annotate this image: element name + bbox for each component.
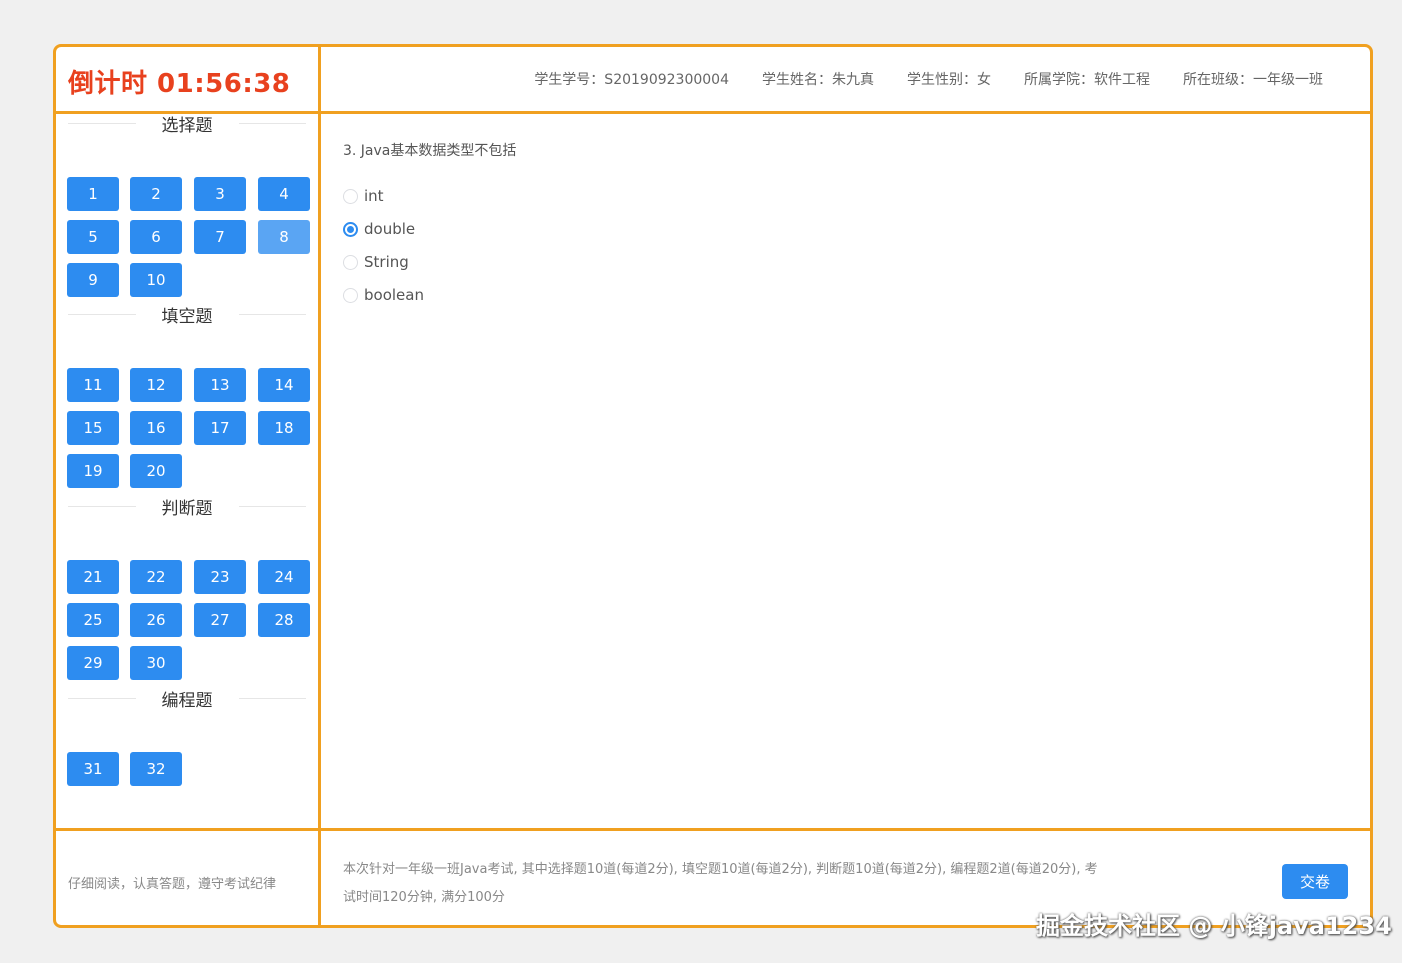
question-button-32[interactable]: 32 [130, 752, 182, 786]
countdown-timer: 倒计时 01:56:38 [68, 69, 291, 99]
option-label: boolean [364, 286, 424, 304]
question-button-23[interactable]: 23 [194, 560, 246, 594]
question-button-20[interactable]: 20 [130, 454, 182, 488]
option-label: int [364, 187, 384, 205]
section-title-label: 选择题 [161, 115, 213, 136]
section-title: 编程题 [68, 686, 306, 711]
exam-notice: 仔细阅读，认真答题，遵守考试纪律 [68, 877, 277, 892]
question-button-25[interactable]: 25 [67, 603, 119, 637]
exam-description-line: 试时间120分钟, 满分100分 [343, 890, 505, 905]
question-button-31[interactable]: 31 [67, 752, 119, 786]
radio-icon[interactable] [343, 287, 358, 303]
submit-button[interactable]: 交卷 [1282, 864, 1348, 899]
question-button-11[interactable]: 11 [67, 368, 119, 402]
question-button-5[interactable]: 5 [67, 220, 119, 254]
question-button-1[interactable]: 1 [67, 177, 119, 211]
student-college: 所属学院：软件工程 [1024, 72, 1150, 88]
question-navigator: 选择题 1 2 3 4 5 6 7 8 9 10 填空题 11 12 13 14 15 16 17 18 19 20 判断题… [56, 114, 318, 828]
student-info-bar: 学生学号：S2019092300004 学生姓名：朱九真 学生性别：女 所属学院… [321, 47, 1367, 111]
question-button-19[interactable]: 19 [67, 454, 119, 488]
watermark: 掘金技术社区 @ 小锋java1234 [1036, 912, 1392, 940]
question-button-8[interactable]: 8 [258, 220, 310, 254]
exam-description: 本次针对一年级一班Java考试, 其中选择题10道(每道2分), 填空题10道(… [343, 856, 1103, 912]
question-panel: 3. Java基本数据类型不包括 int double String boole… [321, 114, 1367, 828]
section-title-label: 编程题 [161, 690, 213, 711]
question-button-15[interactable]: 15 [67, 411, 119, 445]
option-label: double [364, 220, 416, 238]
question-button-26[interactable]: 26 [130, 603, 182, 637]
option-string[interactable]: String [343, 253, 409, 271]
question-button-28[interactable]: 28 [258, 603, 310, 637]
question-button-24[interactable]: 24 [258, 560, 310, 594]
question-button-13[interactable]: 13 [194, 368, 246, 402]
student-name: 学生姓名：朱九真 [762, 72, 874, 88]
question-button-3[interactable]: 3 [194, 177, 246, 211]
exam-frame: 倒计时 01:56:38 学生学号：S2019092300004 学生姓名：朱九… [53, 44, 1373, 928]
option-double[interactable]: double [343, 220, 415, 238]
student-id: 学生学号：S2019092300004 [534, 72, 729, 88]
student-class: 所在班级：一年级一班 [1183, 72, 1323, 88]
question-button-14[interactable]: 14 [258, 368, 310, 402]
section-title: 判断题 [68, 494, 306, 519]
question-button-17[interactable]: 17 [194, 411, 246, 445]
question-button-12[interactable]: 12 [130, 368, 182, 402]
student-gender: 学生性别：女 [907, 72, 991, 88]
question-button-30[interactable]: 30 [130, 646, 182, 680]
question-button-29[interactable]: 29 [67, 646, 119, 680]
section-title: 选择题 [68, 111, 306, 136]
option-boolean[interactable]: boolean [343, 286, 424, 304]
radio-icon[interactable] [343, 188, 358, 204]
question-button-7[interactable]: 7 [194, 220, 246, 254]
radio-checked-icon[interactable] [343, 221, 358, 237]
exam-description-line: 本次针对一年级一班Java考试, 其中选择题10道(每道2分), 填空题10道(… [343, 862, 1098, 877]
question-button-10[interactable]: 10 [130, 263, 182, 297]
section-title-label: 判断题 [161, 498, 213, 519]
question-button-6[interactable]: 6 [130, 220, 182, 254]
question-button-18[interactable]: 18 [258, 411, 310, 445]
radio-icon[interactable] [343, 254, 358, 270]
question-text: 3. Java基本数据类型不包括 [343, 143, 517, 159]
question-button-27[interactable]: 27 [194, 603, 246, 637]
option-label: String [364, 253, 409, 271]
question-button-2[interactable]: 2 [130, 177, 182, 211]
section-title: 填空题 [68, 302, 306, 327]
question-button-16[interactable]: 16 [130, 411, 182, 445]
question-button-9[interactable]: 9 [67, 263, 119, 297]
section-title-label: 填空题 [161, 306, 213, 327]
question-button-4[interactable]: 4 [258, 177, 310, 211]
option-int[interactable]: int [343, 187, 384, 205]
question-button-21[interactable]: 21 [67, 560, 119, 594]
divider-footer [56, 828, 1370, 831]
question-button-22[interactable]: 22 [130, 560, 182, 594]
